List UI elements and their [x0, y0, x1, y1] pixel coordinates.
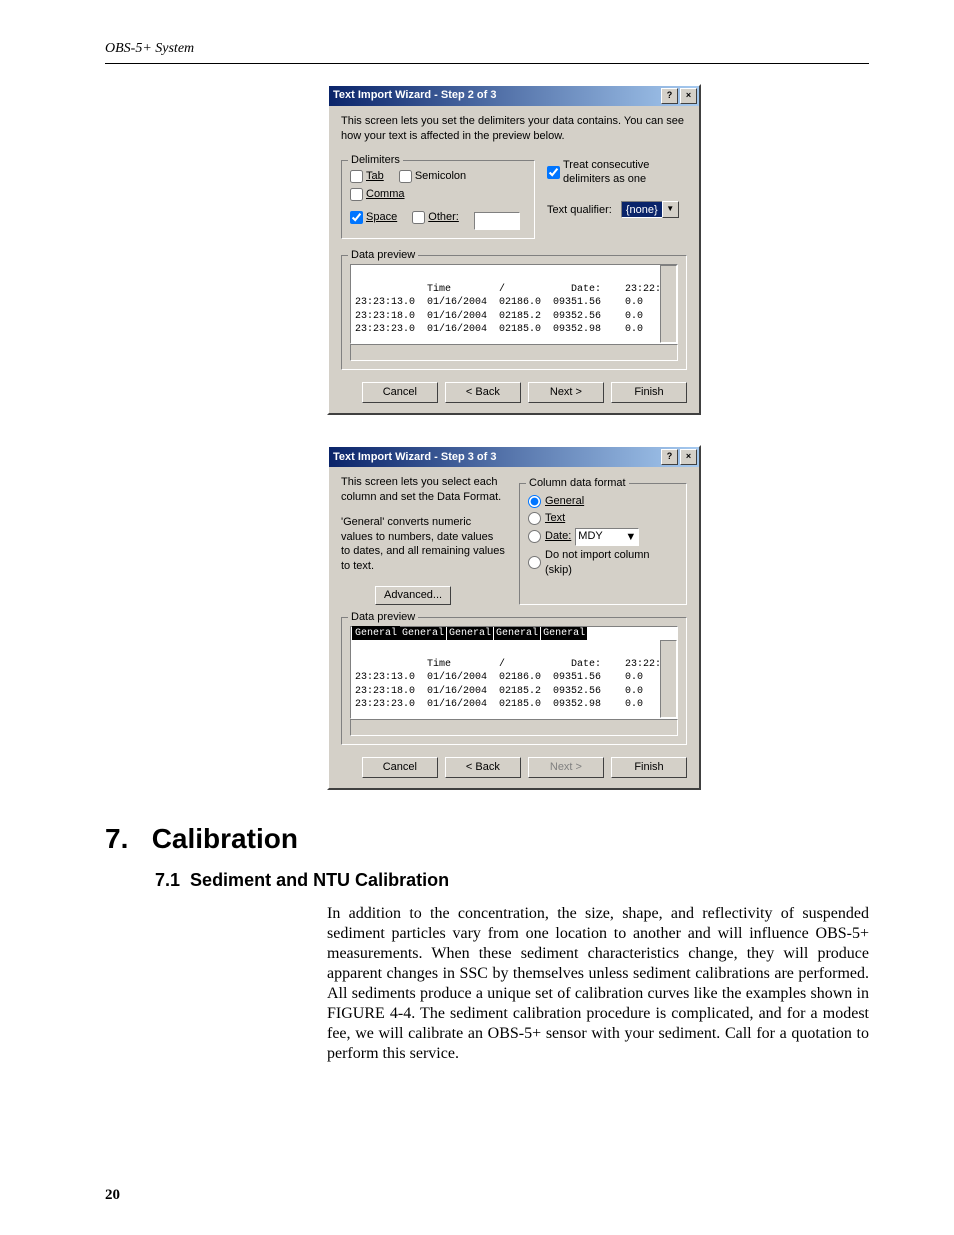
- help-icon[interactable]: ?: [661, 449, 678, 465]
- window-title: Text Import Wizard - Step 3 of 3: [333, 450, 497, 465]
- help-icon[interactable]: ?: [661, 88, 678, 104]
- window-title: Text Import Wizard - Step 2 of 3: [333, 88, 497, 103]
- scrollbar-horizontal[interactable]: [350, 344, 678, 361]
- delimiters-group: Delimiters Tab Semicolon Comma Space Oth…: [341, 160, 535, 240]
- delimiters-label: Delimiters: [348, 153, 403, 168]
- advanced-button[interactable]: Advanced...: [375, 586, 451, 605]
- data-preview-group: Data preview General General General Gen…: [341, 617, 687, 746]
- text-radio[interactable]: Text: [528, 511, 678, 526]
- finish-button[interactable]: Finish: [611, 757, 687, 778]
- qualifier-dropdown[interactable]: {none} ▼: [621, 201, 679, 218]
- running-header: OBS-5+ System: [105, 40, 869, 64]
- preview-text: Time / Date: 23:22:10.94 01/16/2004 23:2…: [355, 284, 678, 336]
- other-field[interactable]: [474, 212, 520, 230]
- section-heading-7-1: 7.1 Sediment and NTU Calibration: [155, 868, 869, 892]
- scrollbar-vertical[interactable]: [660, 265, 677, 343]
- next-button: Next >: [528, 757, 604, 778]
- preview-text: Time / Date: 23:22:10.94 01/16/2004 23:2…: [355, 659, 678, 711]
- skip-radio[interactable]: Do not import column (skip): [528, 548, 678, 578]
- chevron-down-icon[interactable]: ▼: [662, 201, 679, 218]
- chevron-down-icon[interactable]: ▼: [625, 530, 636, 544]
- scrollbar-vertical[interactable]: [660, 640, 677, 718]
- back-button[interactable]: < Back: [445, 757, 521, 778]
- section-heading-7: 7. Calibration: [105, 820, 869, 858]
- tab-checkbox[interactable]: Tab: [350, 169, 384, 184]
- qualifier-label: Text qualifier:: [547, 204, 612, 216]
- other-checkbox[interactable]: Other:: [412, 210, 459, 225]
- column-format-label: Column data format: [526, 476, 629, 491]
- close-icon[interactable]: ×: [680, 449, 697, 465]
- back-button[interactable]: < Back: [445, 382, 521, 403]
- wizard-step3-dialog: Text Import Wizard - Step 3 of 3 ? × Thi…: [327, 445, 701, 790]
- semicolon-checkbox[interactable]: Semicolon: [399, 169, 466, 184]
- space-checkbox[interactable]: Space: [350, 210, 397, 225]
- titlebar: Text Import Wizard - Step 2 of 3 ? ×: [329, 86, 699, 106]
- date-radio[interactable]: Date: MDY ▼: [528, 528, 678, 546]
- wizard-step2-dialog: Text Import Wizard - Step 2 of 3 ? × Thi…: [327, 84, 701, 415]
- data-preview-label: Data preview: [348, 248, 418, 263]
- intro-text: This screen lets you set the delimiters …: [341, 114, 687, 144]
- intro-text-1: This screen lets you select each column …: [341, 475, 505, 505]
- column-headers[interactable]: General General General General General: [350, 626, 678, 641]
- column-format-group: Column data format General Text Date: MD…: [519, 483, 687, 605]
- page-number: 20: [105, 1185, 120, 1205]
- data-preview-group: Data preview Time / Date: 23:22:10.94 01…: [341, 255, 687, 370]
- general-radio[interactable]: General: [528, 494, 678, 509]
- finish-button[interactable]: Finish: [611, 382, 687, 403]
- body-paragraph: In addition to the concentration, the si…: [327, 904, 869, 1064]
- data-preview-label: Data preview: [348, 610, 418, 625]
- date-format-dropdown[interactable]: MDY ▼: [575, 528, 639, 546]
- close-icon[interactable]: ×: [680, 88, 697, 104]
- treat-consecutive-checkbox[interactable]: Treat consecutive delimiters as one: [547, 158, 675, 188]
- next-button[interactable]: Next >: [528, 382, 604, 403]
- cancel-button[interactable]: Cancel: [362, 757, 438, 778]
- preview-box: Time / Date: 23:22:10.94 01/16/2004 23:2…: [350, 640, 678, 719]
- cancel-button[interactable]: Cancel: [362, 382, 438, 403]
- titlebar: Text Import Wizard - Step 3 of 3 ? ×: [329, 447, 699, 467]
- comma-checkbox[interactable]: Comma: [350, 187, 405, 202]
- scrollbar-horizontal[interactable]: [350, 719, 678, 736]
- preview-box: Time / Date: 23:22:10.94 01/16/2004 23:2…: [350, 264, 678, 344]
- intro-text-2: 'General' converts numeric values to num…: [341, 515, 505, 574]
